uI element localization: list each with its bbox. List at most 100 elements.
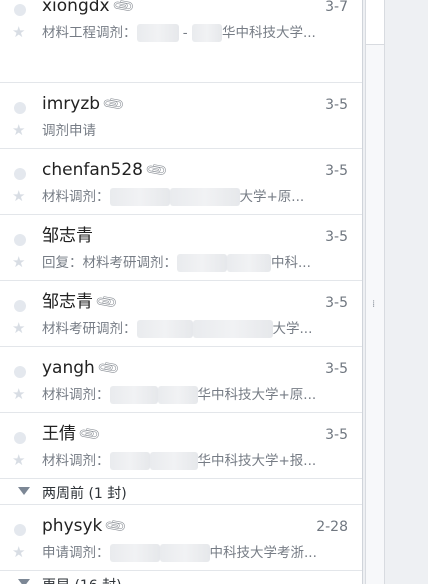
subject-text: 申请调剂： xyxy=(42,545,110,561)
subject-text: 回复：材料考研调剂： xyxy=(42,255,177,271)
sender: 邹志青📎︎ xyxy=(42,289,119,315)
unread-dot-icon[interactable] xyxy=(14,300,26,312)
sender: 王倩📎︎ xyxy=(42,421,102,447)
redacted-text xyxy=(109,188,170,206)
unread-dot-icon[interactable] xyxy=(14,524,26,536)
message-date: 3-5 xyxy=(325,97,348,113)
message-subject: 材料调剂： 华中科技大学+报... xyxy=(42,451,342,471)
sender-name: chenfan528 xyxy=(42,160,143,180)
pane-splitter[interactable]: ⁞ xyxy=(365,0,385,584)
redacted-text xyxy=(157,386,198,404)
message-date: 2-28 xyxy=(316,519,348,535)
unread-dot-icon[interactable] xyxy=(14,4,26,16)
message-row[interactable]: ★ xiongdx📎︎ 3-7 材料工程调剂： - 华中科技大学... xyxy=(0,0,362,50)
group-header-two-weeks[interactable]: 两周前 (1 封) xyxy=(0,478,362,504)
paperclip-icon: 📎︎ xyxy=(110,0,137,19)
paperclip-icon: 📎︎ xyxy=(102,513,129,539)
grip-icon[interactable]: ⁞ xyxy=(372,300,375,310)
message-row[interactable]: ★ imryzb📎︎ 3-5 调剂申请 xyxy=(0,82,362,148)
unread-dot-icon[interactable] xyxy=(14,102,26,114)
message-date: 3-5 xyxy=(325,229,348,245)
subject-tail: 华中科技大学... xyxy=(221,25,316,41)
redacted-text xyxy=(192,320,273,338)
group-label: 更早 (16 封) xyxy=(42,575,122,584)
unread-dot-icon[interactable] xyxy=(14,432,26,444)
sender: xiongdx📎︎ xyxy=(42,0,136,19)
subject-tail: 大学+原... xyxy=(239,189,305,205)
message-subject: 调剂申请 xyxy=(42,121,342,141)
star-icon[interactable]: ★ xyxy=(12,123,25,138)
paperclip-icon: 📎︎ xyxy=(143,157,170,183)
star-icon[interactable]: ★ xyxy=(12,387,25,402)
splitter-top xyxy=(366,0,384,45)
message-subject: 材料考研调剂： 大学... xyxy=(42,319,342,339)
message-subject: 材料调剂： 华中科技大学+原... xyxy=(42,385,342,405)
sender-name: imryzb xyxy=(42,94,101,114)
sender-name: xiongdx xyxy=(42,0,110,16)
subject-text: 材料考研调剂： xyxy=(42,321,137,337)
subject-text: 材料调剂： xyxy=(42,453,110,469)
redacted-text xyxy=(136,24,179,42)
sender: yangh📎︎ xyxy=(42,355,121,381)
unread-dot-icon[interactable] xyxy=(14,366,26,378)
redacted-text xyxy=(109,452,150,470)
message-subject: 材料调剂： 大学+原... xyxy=(42,187,342,207)
subject-tail: 华中科技大学+原... xyxy=(197,387,317,403)
message-subject: 材料工程调剂： - 华中科技大学... xyxy=(42,24,316,42)
paperclip-icon: 📎︎ xyxy=(76,421,103,447)
message-row[interactable]: ★ 王倩📎︎ 3-5 材料调剂： 华中科技大学+报... xyxy=(0,412,362,478)
message-list: ★ xiongdx📎︎ 3-7 材料工程调剂： - 华中科技大学... ★ im… xyxy=(0,0,363,584)
subject-text: 材料调剂： xyxy=(42,387,110,403)
star-icon[interactable]: ★ xyxy=(12,453,25,468)
redacted-text xyxy=(191,24,222,42)
message-date: 3-5 xyxy=(325,427,348,443)
sender: chenfan528📎︎ xyxy=(42,157,169,183)
paperclip-icon: 📎︎ xyxy=(100,91,127,117)
group-header-earlier[interactable]: 更早 (16 封) xyxy=(0,570,362,584)
sender-name: physyk xyxy=(42,516,103,536)
message-date: 3-7 xyxy=(325,0,348,15)
message-subject: 申请调剂： 中科技大学考浙... xyxy=(42,543,342,563)
star-icon[interactable]: ★ xyxy=(12,189,25,204)
paperclip-icon: 📎︎ xyxy=(95,355,122,381)
group-label: 两周前 (1 封) xyxy=(42,486,127,502)
message-row[interactable]: ★ 邹志青 3-5 回复：材料考研调剂： 中科... xyxy=(0,214,362,280)
message-row[interactable]: ★ 邹志青📎︎ 3-5 材料考研调剂： 大学... xyxy=(0,280,362,346)
subject-tail: 大学... xyxy=(272,321,313,337)
sender: 邹志青 xyxy=(42,225,93,247)
reading-pane: ⁞ xyxy=(363,0,428,584)
subject-tail: 中科技大学考浙... xyxy=(209,545,317,561)
mail-client: ★ xiongdx📎︎ 3-7 材料工程调剂： - 华中科技大学... ★ im… xyxy=(0,0,428,584)
message-row[interactable]: ★ physyk📎︎ 2-28 申请调剂： 中科技大学考浙... xyxy=(0,504,362,570)
redacted-text xyxy=(136,320,193,338)
message-date: 3-5 xyxy=(325,163,348,179)
redacted-text xyxy=(149,452,198,470)
subject-tail: 华中科技大学+报... xyxy=(197,453,317,469)
unread-dot-icon[interactable] xyxy=(14,168,26,180)
redacted-text xyxy=(109,386,158,404)
redacted-text xyxy=(159,544,210,562)
message-row[interactable]: ★ chenfan528📎︎ 3-5 材料调剂： 大学+原... xyxy=(0,148,362,214)
paperclip-icon: 📎︎ xyxy=(93,289,120,315)
star-icon[interactable]: ★ xyxy=(12,255,25,270)
redacted-text xyxy=(109,544,160,562)
triangle-down-icon[interactable] xyxy=(18,487,30,495)
sender: physyk📎︎ xyxy=(42,513,129,539)
sender: imryzb📎︎ xyxy=(42,91,127,117)
star-icon[interactable]: ★ xyxy=(12,25,25,40)
message-date: 3-5 xyxy=(325,361,348,377)
triangle-down-icon[interactable] xyxy=(18,579,30,584)
sender-name: 王倩 xyxy=(42,424,76,444)
sender-name: yangh xyxy=(42,358,95,378)
redacted-text xyxy=(169,188,240,206)
redacted-text xyxy=(227,254,271,272)
subject-text: 调剂申请 xyxy=(42,123,96,139)
sender-name: 邹志青 xyxy=(42,226,93,246)
redacted-text xyxy=(177,254,227,272)
message-row[interactable]: ★ yangh📎︎ 3-5 材料调剂： 华中科技大学+原... xyxy=(0,346,362,412)
star-icon[interactable]: ★ xyxy=(12,321,25,336)
sender-name: 邹志青 xyxy=(42,292,93,312)
subject-tail: 中科... xyxy=(271,255,311,271)
star-icon[interactable]: ★ xyxy=(12,545,25,560)
unread-dot-icon[interactable] xyxy=(14,234,26,246)
